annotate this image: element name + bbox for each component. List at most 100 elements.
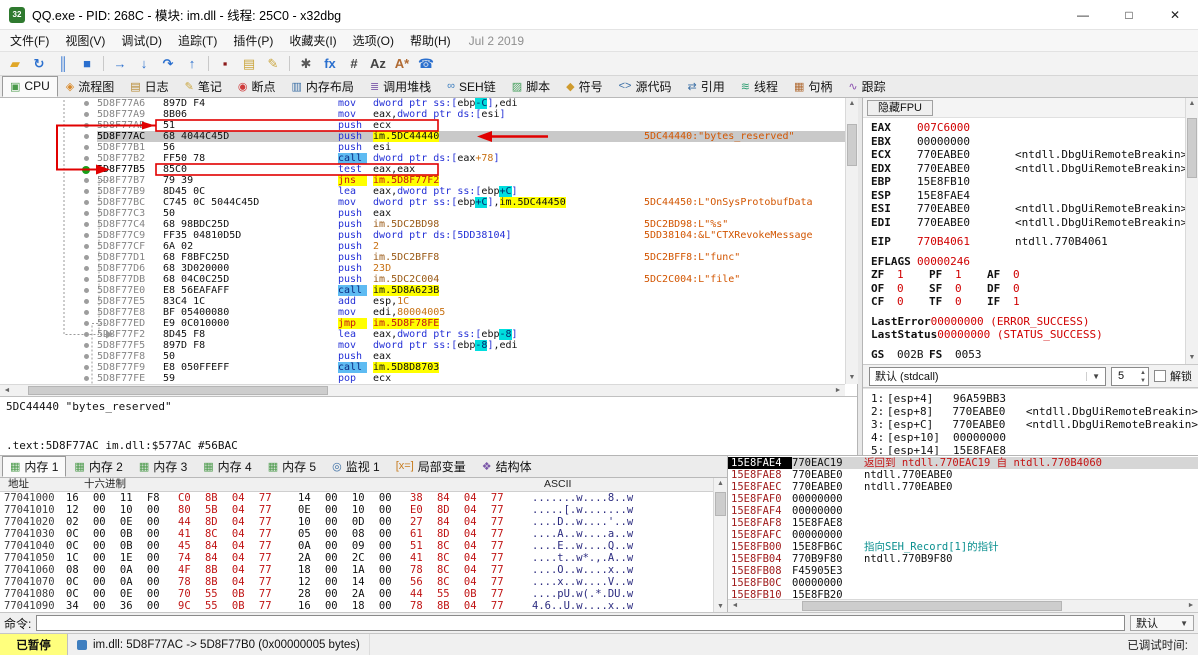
disasm-row-5D8F77BC[interactable]: 5D8F77BC C745 0C 5044C45D mov dword ptr ss… bbox=[0, 197, 845, 208]
bottom-tab-dump2[interactable]: ▦ 内存 2 bbox=[66, 456, 130, 477]
highlight-icon[interactable]: A* bbox=[391, 54, 413, 74]
register-row[interactable]: LastStatus 00000000 (STATUS_SUCCESS) bbox=[871, 328, 1184, 342]
menu-item-3[interactable]: 追踪(T) bbox=[170, 30, 225, 51]
disasm-row-5D8F77F5[interactable]: 5D8F77F5 897D F8 mov dword ptr ss:[ebp-8],… bbox=[0, 340, 845, 351]
restart-icon[interactable]: ↻ bbox=[28, 54, 50, 74]
menu-item-6[interactable]: 选项(O) bbox=[345, 30, 402, 51]
scroll-up-arrow[interactable]: ▲ bbox=[846, 98, 858, 110]
register-row[interactable]: EDX 770EABE0 <ntdll.DbgUiRemoteBreakin> bbox=[871, 162, 1187, 176]
tab-breakpoints[interactable]: ◉ 断点 bbox=[230, 76, 284, 97]
tab-call-stack[interactable]: ≣ 调用堆栈 bbox=[362, 76, 439, 97]
stack-row-15E8FAF0[interactable]: 15E8FAF0 00000000 bbox=[728, 493, 1198, 505]
bottom-tab-dump1[interactable]: ▦ 内存 1 bbox=[2, 456, 67, 477]
stack-row-15E8FB00[interactable]: 15E8FB00 15E8FB6C 指向SEH_Record[1]的指针 bbox=[728, 541, 1198, 553]
stack-row-15E8FAF4[interactable]: 15E8FAF4 00000000 bbox=[728, 505, 1198, 517]
open-file-icon[interactable]: ▰ bbox=[4, 54, 26, 74]
register-row[interactable]: EBX 00000000 bbox=[871, 135, 1184, 149]
breakpoint-dot[interactable] bbox=[84, 354, 89, 359]
memory-row-77041050[interactable]: 77041050 1C 00 1E 00 74 84 04 77 2A 00 2C 0… bbox=[0, 552, 727, 564]
breakpoint-dot[interactable] bbox=[84, 365, 89, 370]
stack-rows[interactable]: 15E8FAE4 770EAC19 返回到 ntdll.770EAC19 自 ntd… bbox=[728, 456, 1198, 600]
memory-rows[interactable]: 77041000 16 00 11 F8 C0 8B 04 77 14 00 10 0… bbox=[0, 492, 727, 613]
scroll-left-arrow[interactable]: ◄ bbox=[0, 385, 14, 396]
breakpoint-dot[interactable] bbox=[84, 376, 89, 381]
register-row[interactable]: LastError 00000000 (ERROR_SUCCESS) bbox=[871, 315, 1184, 329]
disasm-row-5D8F77F9[interactable]: 5D8F77F9 E8 050FFEFF call im.5D8D8703 bbox=[0, 362, 845, 373]
breakpoint-dot[interactable] bbox=[84, 189, 89, 194]
pause-icon[interactable]: ║ bbox=[52, 54, 74, 74]
argument-row[interactable]: 4: [esp+10] 00000000 bbox=[871, 431, 1198, 444]
memory-row-77041020[interactable]: 77041020 02 00 0E 00 44 8D 04 77 10 00 0D 0… bbox=[0, 516, 727, 528]
breakpoint-dot[interactable] bbox=[84, 343, 89, 348]
fx-icon[interactable]: fx bbox=[319, 54, 341, 74]
memory-row-77041090[interactable]: 77041090 34 00 36 00 9C 55 0B 77 16 00 18 0… bbox=[0, 600, 727, 612]
register-row[interactable]: ECX 770EABE0 <ntdll.DbgUiRemoteBreakin> bbox=[871, 148, 1187, 162]
log-icon[interactable]: ▤ bbox=[238, 54, 260, 74]
bottom-tab-struct[interactable]: ❖ 结构体 bbox=[474, 456, 540, 477]
disasm-row-5D8F77DB[interactable]: 5D8F77DB 68 04C0C25D push im.5DC2C004 5DC2C… bbox=[0, 274, 845, 285]
breakpoint-dot[interactable] bbox=[84, 178, 89, 183]
breakpoint-dot[interactable] bbox=[84, 134, 89, 139]
breakpoint-dot[interactable] bbox=[84, 288, 89, 293]
disasm-row-5D8F77D6[interactable]: 5D8F77D6 68 3D020000 push 23D bbox=[0, 263, 845, 274]
tab-seh[interactable]: ∞ SEH链 bbox=[439, 76, 504, 97]
hide-fpu-button[interactable]: 隐藏FPU bbox=[867, 99, 933, 116]
breakpoint-dot[interactable] bbox=[84, 244, 89, 249]
stop-icon[interactable]: ▪ bbox=[214, 54, 236, 74]
disasm-row-5D8F77C3[interactable]: 5D8F77C3 50 push eax bbox=[0, 208, 845, 219]
command-scope-select[interactable]: 默认 ▼ bbox=[1130, 615, 1194, 631]
registers-vscrollbar[interactable]: ▲ ▼ bbox=[1185, 98, 1198, 364]
register-row[interactable]: ZF 1 PF 1 AF 0 bbox=[871, 268, 1184, 282]
tab-notes[interactable]: ✎ 笔记 bbox=[177, 76, 230, 97]
close-button[interactable]: ✕ bbox=[1152, 0, 1198, 29]
scroll-down-arrow[interactable]: ▼ bbox=[846, 372, 858, 384]
disasm-hscrollbar[interactable]: ◄ ► bbox=[0, 384, 845, 396]
stack-row-15E8FAF8[interactable]: 15E8FAF8 15E8FAE8 bbox=[728, 517, 1198, 529]
disasm-row-5D8F77E5[interactable]: 5D8F77E5 83C4 1C add esp,1C bbox=[0, 296, 845, 307]
command-input[interactable] bbox=[36, 615, 1125, 631]
register-row[interactable]: EIP 770B4061 ntdll.770B4061 bbox=[871, 235, 1184, 249]
bottom-tab-dump5[interactable]: ▦ 内存 5 bbox=[260, 456, 324, 477]
memory-row-77041030[interactable]: 77041030 0C 00 0B 00 41 8C 04 77 05 00 08 0… bbox=[0, 528, 727, 540]
settings-icon[interactable]: ✱ bbox=[295, 54, 317, 74]
memory-row-77041080[interactable]: 77041080 0C 00 0E 00 70 55 0B 77 28 00 2A 0… bbox=[0, 588, 727, 600]
bottom-tab-watch1[interactable]: ◎ 监视 1 bbox=[324, 456, 388, 477]
tab-memory-map[interactable]: ▥ 内存布局 bbox=[284, 76, 362, 97]
tab-symbols[interactable]: ◆ 符号 bbox=[558, 76, 610, 97]
run-icon[interactable]: → bbox=[109, 54, 131, 74]
argument-row[interactable]: 3: [esp+C] 770EABE0 <ntdll.DbgUiRemoteBreak… bbox=[871, 418, 1198, 431]
disasm-row-5D8F77C4[interactable]: 5D8F77C4 68 98BDC25D push im.5DC2BD98 5DC2B… bbox=[0, 219, 845, 230]
disasm-row-5D8F77CF[interactable]: 5D8F77CF 6A 02 push 2 bbox=[0, 241, 845, 252]
stack-row-15E8FAEC[interactable]: 15E8FAEC 770EABE0 ntdll.770EABE0 bbox=[728, 481, 1198, 493]
scroll-up-arrow[interactable]: ▲ bbox=[1186, 98, 1198, 110]
menu-item-2[interactable]: 调试(D) bbox=[113, 30, 170, 51]
breakpoint-dot[interactable] bbox=[84, 200, 89, 205]
menu-item-0[interactable]: 文件(F) bbox=[2, 30, 57, 51]
scroll-down-arrow[interactable]: ▼ bbox=[1186, 352, 1198, 364]
stack-hscrollbar[interactable]: ◄ ► bbox=[728, 599, 1198, 612]
step-over-icon[interactable]: ↷ bbox=[157, 54, 179, 74]
disassembly-view[interactable]: 5D8F77A6 897D F4 mov dword ptr ss:[ebp-C],… bbox=[0, 98, 858, 396]
memory-row-77041040[interactable]: 77041040 0C 00 0B 00 45 84 04 77 0A 00 09 0… bbox=[0, 540, 727, 552]
disasm-row-5D8F77AC[interactable]: 5D8F77AC 68 4044C45D push im.5DC44440 5DC44… bbox=[0, 131, 845, 142]
scroll-left-arrow[interactable]: ◄ bbox=[728, 600, 742, 612]
tab-threads[interactable]: ≋ 线程 bbox=[733, 76, 786, 97]
tab-trace[interactable]: ∿ 跟踪 bbox=[840, 76, 893, 97]
register-row[interactable]: ESP 15E8FAE4 bbox=[871, 189, 1184, 203]
step-into-icon[interactable]: ↓ bbox=[133, 54, 155, 74]
stack-row-15E8FB08[interactable]: 15E8FB08 F45905E3 bbox=[728, 565, 1198, 577]
register-row[interactable]: EFLAGS 00000246 bbox=[871, 255, 1184, 269]
tab-handles[interactable]: ▦ 句柄 bbox=[786, 76, 840, 97]
disasm-row-5D8F77A9[interactable]: 5D8F77A9 8B06 mov eax,dword ptr ds:[esi] bbox=[0, 109, 845, 120]
tab-references[interactable]: ⇄ 引用 bbox=[679, 76, 732, 97]
register-row[interactable]: EBP 15E8FB10 bbox=[871, 175, 1184, 189]
checkbox-icon[interactable] bbox=[1154, 370, 1166, 382]
menu-item-1[interactable]: 视图(V) bbox=[57, 30, 113, 51]
register-row[interactable]: EDI 770EABE0 <ntdll.DbgUiRemoteBreakin> bbox=[871, 216, 1187, 230]
breakpoint-dot[interactable] bbox=[82, 165, 90, 174]
breakpoint-dot[interactable] bbox=[84, 211, 89, 216]
tab-graph[interactable]: ◈ 流程图 bbox=[58, 76, 122, 97]
scroll-right-arrow[interactable]: ► bbox=[831, 385, 845, 396]
disasm-row-5D8F77C9[interactable]: 5D8F77C9 FF35 04810D5D push dword ptr ds:[… bbox=[0, 230, 845, 241]
unlock-checkbox[interactable]: 解锁 bbox=[1154, 368, 1192, 384]
